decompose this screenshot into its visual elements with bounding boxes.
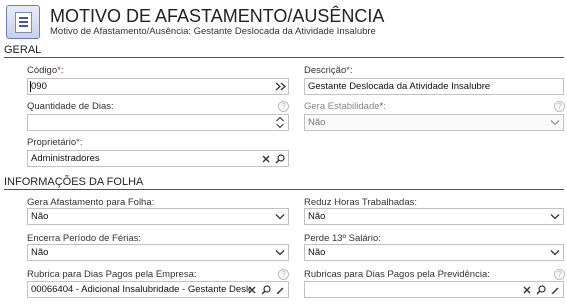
reduz-horas-label: Reduz Horas Trabalhadas: xyxy=(304,197,418,208)
encerra-ferias-select[interactable]: Não xyxy=(27,244,289,261)
help-icon[interactable]: ? xyxy=(554,101,565,112)
section-divider xyxy=(4,57,564,58)
search-icon[interactable] xyxy=(273,151,287,166)
descricao-field[interactable]: Gestante Deslocada da Atividade Insalubr… xyxy=(304,78,564,95)
proprietario-field[interactable]: Administradores xyxy=(27,150,289,167)
perde-13-select[interactable]: Não xyxy=(304,244,564,261)
codigo-field[interactable]: 090 xyxy=(27,78,289,95)
codigo-label: Código*: xyxy=(27,65,64,76)
edit-pencil-icon[interactable] xyxy=(273,282,287,297)
reduz-horas-select[interactable]: Não xyxy=(304,208,564,225)
next-code-icon[interactable] xyxy=(273,79,287,94)
search-icon[interactable] xyxy=(534,282,548,297)
section-title-folha: INFORMAÇÕES DA FOLHA xyxy=(4,176,144,188)
rubrica-empresa-label: Rubrica para Dias Pagos pela Empresa: xyxy=(27,269,197,280)
section-divider xyxy=(4,189,564,190)
gera-estabilidade-label: Gera Estabilidade*: xyxy=(304,101,386,112)
perde-13-label: Perde 13º Salário: xyxy=(304,233,381,244)
stepper-up-down-icon[interactable] xyxy=(273,115,287,130)
chevron-down-icon[interactable] xyxy=(548,209,562,224)
search-icon[interactable] xyxy=(259,282,273,297)
section-title-geral: GERAL xyxy=(4,44,42,56)
edit-pencil-icon[interactable] xyxy=(548,282,562,297)
text-cursor xyxy=(30,81,31,92)
help-icon[interactable]: ? xyxy=(278,269,289,280)
gera-afastamento-select[interactable]: Não xyxy=(27,208,289,225)
page-title: MOTIVO DE AFASTAMENTO/AUSÊNCIA xyxy=(50,6,385,26)
page-subtitle: Motivo de Afastamento/Ausência: Gestante… xyxy=(50,26,376,37)
gera-estabilidade-select: Não xyxy=(304,114,564,131)
help-icon[interactable]: ? xyxy=(554,269,565,280)
quantidade-dias-stepper[interactable] xyxy=(27,114,289,131)
clear-icon[interactable] xyxy=(245,282,259,297)
rubrica-previdencia-label: Rubricas para Dias Pagos pela Previdênci… xyxy=(304,269,490,280)
gera-afastamento-label: Gera Afastamento para Folha: xyxy=(27,197,155,208)
chevron-down-icon[interactable] xyxy=(273,245,287,260)
encerra-ferias-label: Encerra Período de Férias: xyxy=(27,233,142,244)
form-icon xyxy=(6,5,40,39)
rubrica-previdencia-field[interactable] xyxy=(304,281,564,298)
chevron-down-icon xyxy=(548,115,562,130)
clear-icon[interactable] xyxy=(259,151,273,166)
rubrica-empresa-field[interactable]: 00066404 - Adicional Insalubridade - Ges… xyxy=(27,281,289,298)
quantidade-dias-label: Quantidade de Dias: xyxy=(27,101,114,112)
chevron-down-icon[interactable] xyxy=(548,245,562,260)
help-icon[interactable]: ? xyxy=(278,101,289,112)
chevron-down-icon[interactable] xyxy=(273,209,287,224)
descricao-label: Descrição*: xyxy=(304,65,353,76)
clear-icon[interactable] xyxy=(520,282,534,297)
proprietario-label: Proprietário*: xyxy=(27,137,83,148)
